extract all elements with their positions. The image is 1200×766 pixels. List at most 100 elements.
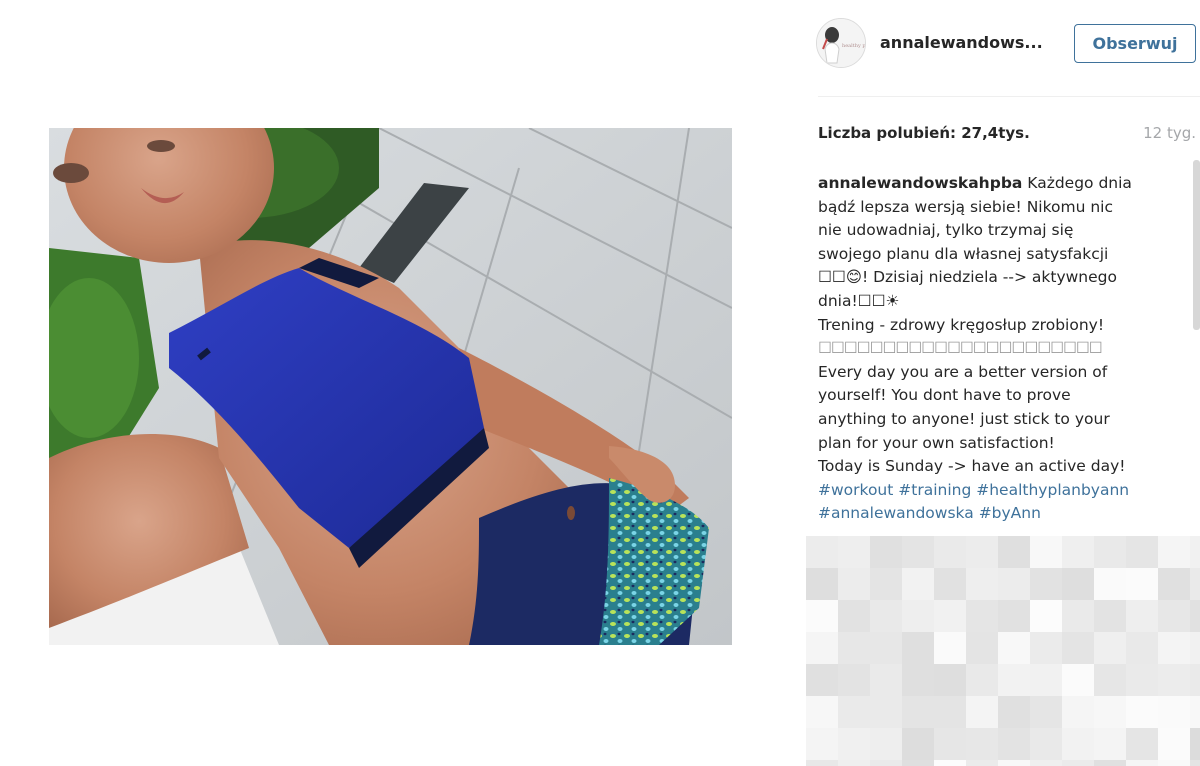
profile-avatar-icon[interactable]: healthy plan [816,18,866,68]
pixel-tile [1190,696,1200,728]
pixel-tile [838,600,870,632]
post-caption: annalewandowskahpba Każdego dnia bądź le… [818,172,1168,526]
pixel-tile [838,760,870,766]
caption-text: Każdego dnia [1022,174,1132,192]
pixel-tile [1158,696,1190,728]
pixel-tile [966,568,998,600]
pixel-tile [934,728,966,760]
pixel-tile [1062,600,1094,632]
pixel-tile [966,536,998,568]
caption-author[interactable]: annalewandowskahpba [818,174,1022,192]
caption-line: Today is Sunday -> have an active day! [818,457,1126,476]
pixel-tile [806,760,838,766]
pixel-tile [902,568,934,600]
pixel-tile [1030,536,1062,568]
hashtag-line-1: #workout #training #healthyplanbyann [818,479,1168,503]
pixel-tile [902,536,934,568]
post-photo[interactable] [49,128,732,645]
svg-text:healthy plan: healthy plan [842,43,865,49]
likes-count[interactable]: Liczba polubień: 27,4tys. [818,124,1030,142]
pixel-tile [1094,632,1126,664]
pixel-tile [1190,728,1200,760]
pixel-tile [1158,568,1190,600]
pixel-tile [1126,600,1158,632]
pixel-tile [1158,632,1190,664]
pixel-tile [966,728,998,760]
pixel-tile [806,536,838,568]
pixel-tile [1126,568,1158,600]
pixel-tile [1062,664,1094,696]
pixel-tile [934,536,966,568]
pixel-tile [1158,664,1190,696]
post-header: healthy plan annalewandows... Obserwuj [816,18,1200,74]
pixel-tile [870,728,902,760]
pixelated-block [806,536,1200,766]
pixel-tile [1030,728,1062,760]
pixel-tile [1062,568,1094,600]
pixel-tile [1190,664,1200,696]
pixel-tile [1126,632,1158,664]
pixel-tile [1094,664,1126,696]
pixel-tile [966,664,998,696]
pixel-tile [870,568,902,600]
caption-line: yourself! You dont have to prove [818,386,1071,405]
pixel-tile [998,696,1030,728]
pixel-tile [1126,696,1158,728]
pixel-tile [1030,632,1062,664]
hashtag-link[interactable]: #workout [818,481,893,499]
pixel-tile [966,696,998,728]
instagram-post-page: healthy plan annalewandows... Obserwuj L… [0,0,1200,766]
pixel-tile [998,760,1030,766]
caption-line: ☐☐😊! Dzisiaj niedziela --> aktywnego [818,268,1117,287]
post-age[interactable]: 12 tyg. [1143,124,1196,142]
pixel-tile [1062,760,1094,766]
hashtag-link[interactable]: #annalewandowska [818,504,974,522]
pixel-tile [1126,760,1158,766]
pixel-tile [934,632,966,664]
pixel-tile [1062,728,1094,760]
pixel-tile [998,600,1030,632]
pixel-tile [838,664,870,696]
header-divider [818,96,1200,97]
pixel-tile [838,568,870,600]
pixel-tile [870,600,902,632]
pixel-tile [1190,632,1200,664]
pixel-tile [1158,600,1190,632]
pixel-tile [1190,568,1200,600]
pixel-tile [998,664,1030,696]
pixel-tile [1094,536,1126,568]
pixel-tile [1158,536,1190,568]
hashtag-line-2: #annalewandowska #byAnn [818,502,1168,526]
caption-line-1: annalewandowskahpba Każdego dnia [818,172,1168,196]
hashtag-link[interactable]: #healthyplanbyann [976,481,1129,499]
follow-button[interactable]: Obserwuj [1074,24,1196,63]
pixel-tile [1094,728,1126,760]
pixel-tile [934,760,966,766]
pixel-tile [1094,760,1126,766]
pixel-tile [902,696,934,728]
pixel-tile [838,696,870,728]
hashtag-link[interactable]: #byAnn [979,504,1041,522]
pixel-tile [902,632,934,664]
pixel-tile [966,760,998,766]
post-username[interactable]: annalewandows... [880,33,1043,52]
pixel-tile [934,568,966,600]
pixel-tile [806,728,838,760]
caption-line: Trening - zdrowy kręgosłup zrobiony! [818,315,1105,334]
hashtag-link[interactable]: #training [898,481,971,499]
pixel-tile [1030,664,1062,696]
pixel-tile [838,536,870,568]
pixel-tile [1030,600,1062,632]
pixel-tile [934,600,966,632]
pixel-tile [870,696,902,728]
pixel-tile [806,568,838,600]
pixel-tile [1158,728,1190,760]
pixel-tile [1062,632,1094,664]
caption-scrollbar[interactable] [1193,160,1200,330]
pixel-tile [838,728,870,760]
pixelated-comments-area [806,536,1200,766]
caption-line: anything to anyone! just stick to your [818,409,1110,428]
pixel-tile [1094,600,1126,632]
pixel-tile [1030,760,1062,766]
pixel-tile [870,536,902,568]
